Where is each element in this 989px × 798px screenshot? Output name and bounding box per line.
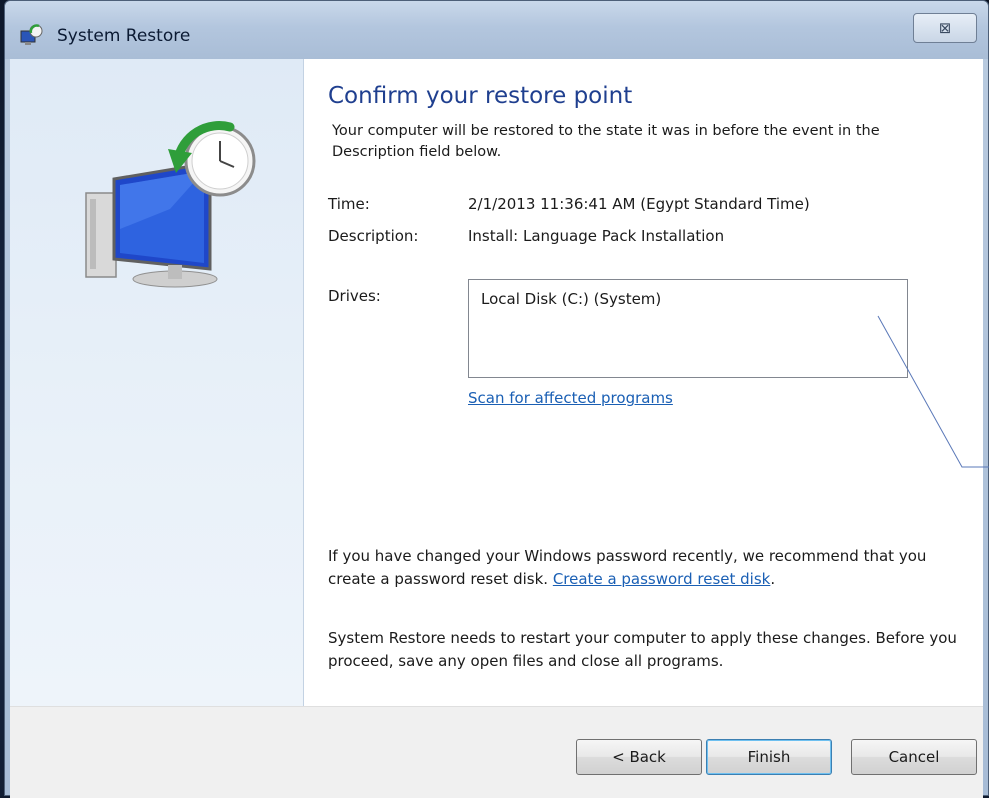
close-button[interactable]: ⊠ xyxy=(913,13,977,43)
main-content: Confirm your restore point Your computer… xyxy=(328,59,968,706)
description-label: Description: xyxy=(328,227,419,245)
drives-list[interactable]: Local Disk (C:) (System) xyxy=(468,279,908,378)
window-title: System Restore xyxy=(57,26,191,46)
time-label: Time: xyxy=(328,195,370,213)
title-bar[interactable]: System Restore ⊠ xyxy=(5,1,988,59)
scan-affected-programs-link[interactable]: Scan for affected programs xyxy=(468,389,673,407)
back-button[interactable]: < Back xyxy=(576,739,702,775)
list-item[interactable]: Local Disk (C:) (System) xyxy=(481,290,661,308)
sidebar-panel xyxy=(10,59,304,706)
close-icon: ⊠ xyxy=(938,19,952,37)
monitor-clock-restore-icon xyxy=(85,121,256,288)
cancel-button[interactable]: Cancel xyxy=(851,739,977,775)
button-bar: < Back Finish Cancel xyxy=(10,706,983,798)
finish-button[interactable]: Finish xyxy=(706,739,832,775)
password-period: . xyxy=(770,570,776,588)
intro-text: Your computer will be restored to the st… xyxy=(332,123,880,160)
system-restore-icon xyxy=(20,24,43,45)
dialog-client-area: Confirm your restore point Your computer… xyxy=(10,59,983,798)
time-value: 2/1/2013 11:36:41 AM (Egypt Standard Tim… xyxy=(468,195,810,213)
create-password-reset-disk-link[interactable]: Create a password reset disk xyxy=(553,570,771,588)
drives-label: Drives: xyxy=(328,287,381,305)
system-restore-window: System Restore ⊠ Confirm your restore po… xyxy=(4,0,989,798)
description-value: Install: Language Pack Installation xyxy=(468,227,725,245)
restart-notice: System Restore needs to restart your com… xyxy=(328,629,957,670)
password-paragraph: If you have changed your Windows passwor… xyxy=(328,545,968,591)
page-title: Confirm your restore point xyxy=(328,83,633,109)
